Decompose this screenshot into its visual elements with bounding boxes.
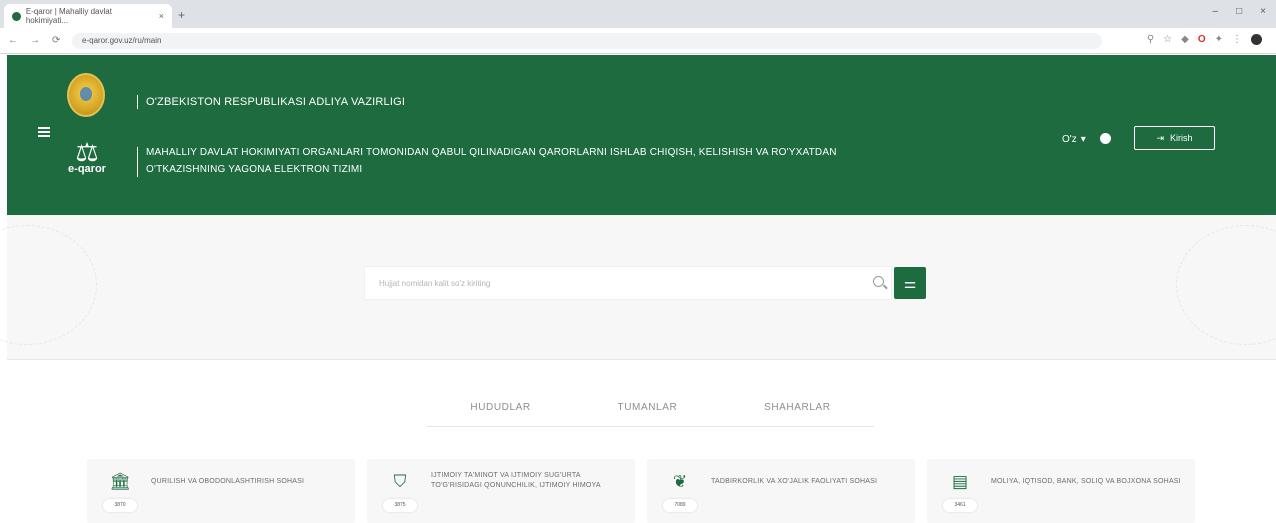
close-tab-icon[interactable]: ×	[159, 11, 164, 21]
browser-tab-title: E-qaror | Mahalliy davlat hokimiyati...	[25, 7, 112, 25]
minimize-icon[interactable]: –	[1213, 6, 1219, 17]
theme-toggle-icon[interactable]	[1100, 133, 1111, 144]
back-icon[interactable]: ←	[8, 35, 18, 46]
filter-button[interactable]: ⚌	[894, 267, 926, 299]
opera-extension-icon[interactable]: O	[1198, 34, 1206, 45]
forward-icon[interactable]: →	[30, 35, 40, 46]
finance-icon: ▤	[951, 472, 969, 491]
divider	[137, 147, 138, 177]
search-input[interactable]: Hujjat nomidan kalit so'z kiriting	[364, 266, 892, 300]
category-card[interactable]: 🏛 3870 QURILISH VA OBODONLASHTIRISH SOHA…	[87, 459, 355, 523]
login-label: Kirish	[1170, 133, 1193, 143]
extension-icon[interactable]: ◆	[1181, 34, 1189, 45]
state-emblem-logo	[67, 73, 105, 117]
hamburger-menu-icon[interactable]	[38, 127, 50, 137]
reload-icon[interactable]: ⟳	[52, 35, 60, 46]
maximize-icon[interactable]: □	[1236, 6, 1242, 17]
shield-icon: ⛉	[393, 472, 407, 491]
tab-tumanlar[interactable]: TUMANLAR	[618, 399, 678, 426]
browser-tab[interactable]: E-qaror | Mahalliy davlat hokimiyati... …	[4, 4, 172, 28]
ministry-title: O'ZBEKISTON RESPUBLIKASI ADLIYA VAZIRLIG…	[146, 96, 406, 108]
new-tab-icon[interactable]: +	[178, 8, 185, 22]
building-icon: 🏛	[109, 472, 131, 491]
category-label: MOLIYA, IQTISOD, BANK, SOLIQ VA BOJXONA …	[991, 478, 1181, 485]
browser-extensions: ⚲ ☆ ◆ O ✦ ⋮	[1147, 34, 1262, 45]
zoom-icon[interactable]: ⚲	[1147, 34, 1154, 45]
profile-avatar[interactable]	[1251, 34, 1262, 45]
window-controls: – □ ×	[1213, 6, 1266, 17]
browser-tab-bar: E-qaror | Mahalliy davlat hokimiyati... …	[0, 0, 1276, 28]
decorative-ornament	[0, 225, 97, 345]
filter-icon: ⚌	[903, 274, 917, 291]
category-card[interactable]: ▤ 3461 MOLIYA, IQTISOD, BANK, SOLIQ VA B…	[927, 459, 1195, 523]
category-card[interactable]: ❦ 7089 TADBIRKORLIK VA XO'JALIK FAOLIYAT…	[647, 459, 915, 523]
chevron-down-icon: ▾	[1080, 134, 1086, 145]
login-button[interactable]: ⇥ Kirish	[1134, 126, 1215, 150]
search-section: Hujjat nomidan kalit so'z kiriting ⚌	[0, 215, 1276, 360]
count-badge: 3461	[943, 499, 977, 512]
login-icon: ⇥	[1156, 132, 1165, 143]
category-card[interactable]: ⛉ 3875 IJTIMOIY TA'MINOT VA IJTIMOIY SUG…	[367, 459, 635, 523]
count-badge: 7089	[663, 499, 697, 512]
category-label: TADBIRKORLIK VA XO'JALIK FAOLIYATI SOHAS…	[711, 478, 878, 485]
search-icon[interactable]	[873, 276, 884, 287]
logo-text: e-qaror	[68, 163, 106, 175]
site-header: ⚖ e-qaror O'ZBEKISTON RESPUBLIKASI ADLIY…	[7, 55, 1276, 215]
tab-shaharlar[interactable]: SHAHARLAR	[764, 399, 831, 426]
favicon-icon	[12, 11, 21, 21]
window-close-icon[interactable]: ×	[1260, 6, 1266, 17]
browser-toolbar: ← → ⟳ e-qaror.gov.uz/ru/main ⚲ ☆ ◆ O ✦ ⋮	[0, 28, 1276, 54]
decorative-ornament	[1176, 225, 1276, 345]
address-bar[interactable]: e-qaror.gov.uz/ru/main	[72, 33, 1102, 49]
eqaror-logo[interactable]: ⚖ e-qaror	[65, 139, 109, 183]
category-label: QURILISH VA OBODONLASHTIRISH SOHASI	[151, 478, 305, 485]
language-selector[interactable]: O'z ▾	[1062, 134, 1086, 145]
bookmark-star-icon[interactable]: ☆	[1163, 34, 1172, 45]
puzzle-icon[interactable]: ✦	[1215, 34, 1223, 45]
handshake-icon: ❦	[672, 472, 688, 491]
divider	[137, 95, 138, 109]
scales-icon: ⚖	[75, 137, 99, 167]
nav-buttons: ← → ⟳	[8, 35, 60, 46]
category-label: IJTIMOIY TA'MINOT VA IJTIMOIY SUG'URTA T…	[431, 472, 601, 489]
count-badge: 3870	[103, 499, 137, 512]
count-badge: 3875	[383, 499, 417, 512]
language-label: O'z	[1062, 134, 1077, 145]
tab-hududlar[interactable]: HUDUDLAR	[470, 399, 530, 426]
menu-dots-icon[interactable]: ⋮	[1232, 34, 1242, 45]
system-title: MAHALLIY DAVLAT HOKIMIYATI ORGANLARI TOM…	[146, 147, 837, 175]
region-tabs: HUDUDLAR TUMANLAR SHAHARLAR	[427, 399, 874, 427]
